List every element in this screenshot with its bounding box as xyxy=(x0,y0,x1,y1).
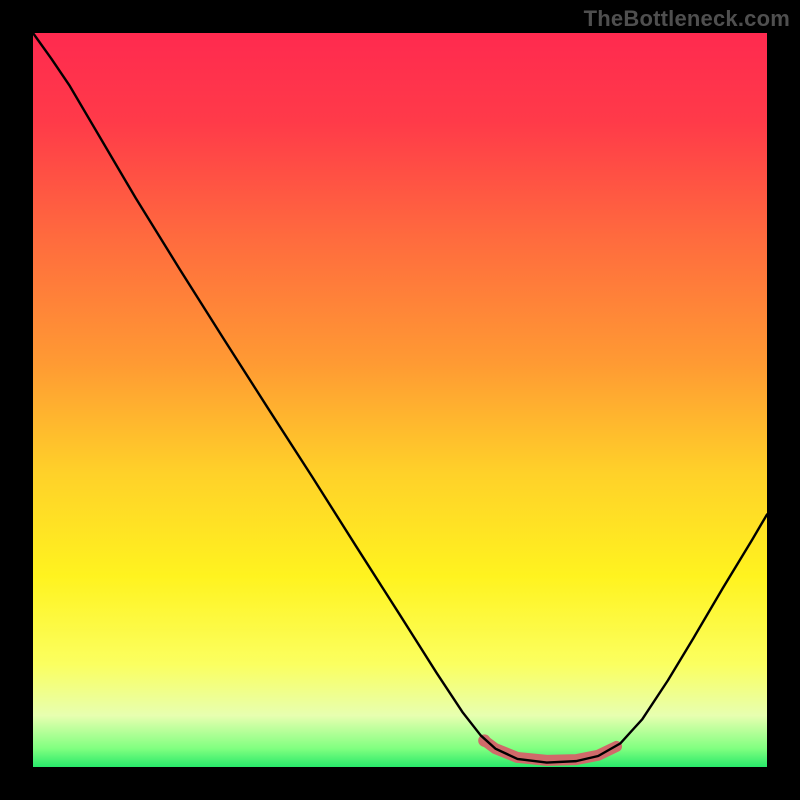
chart-frame: TheBottleneck.com xyxy=(0,0,800,800)
gradient-background xyxy=(33,33,767,767)
chart-svg xyxy=(33,33,767,767)
watermark-text: TheBottleneck.com xyxy=(584,6,790,32)
plot-area xyxy=(33,33,767,767)
